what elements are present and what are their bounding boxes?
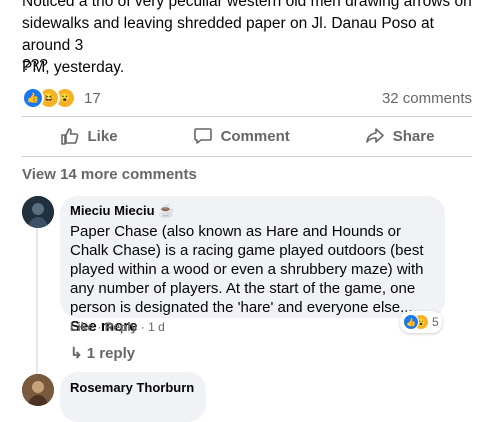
comments-count-link[interactable]: 32 comments <box>382 90 472 107</box>
comment-bubble-icon <box>193 128 212 144</box>
separator-dot: · <box>97 320 105 334</box>
divider <box>22 156 472 157</box>
comment-button[interactable]: Comment <box>193 126 290 146</box>
comment-time[interactable]: 1 d <box>148 320 165 334</box>
share-arrow-icon <box>365 128 384 143</box>
view-more-comments-link[interactable]: View 14 more comments <box>22 166 197 183</box>
comment-reaction-count: 5 <box>432 315 439 329</box>
like-reaction-icon: 👍 <box>403 314 419 330</box>
like-reaction-icon: 👍 <box>22 87 44 109</box>
thumbs-up-icon <box>60 128 78 145</box>
reactions-summary[interactable]: 👍 😆 😮 17 32 comments <box>22 87 472 109</box>
post-actions-bar: Like Comment Share <box>22 120 472 152</box>
post-line: Noticed a trio of very peculiar western … <box>22 0 472 10</box>
comment-author[interactable]: Mieciu Mieciu <box>70 203 155 218</box>
separator-dot: · <box>140 320 149 334</box>
like-label: Like <box>87 127 118 145</box>
avatar[interactable] <box>22 374 54 406</box>
avatar[interactable] <box>22 196 54 228</box>
share-button[interactable]: Share <box>365 126 435 146</box>
avatar-image <box>22 374 54 406</box>
coffee-icon: ☕ <box>158 203 175 218</box>
post-extra-text: ??? <box>22 57 48 74</box>
like-button[interactable]: Like <box>60 126 118 146</box>
view-replies-link[interactable]: ↳ 1 reply <box>70 344 135 362</box>
comment-like-link[interactable]: Like <box>70 320 94 334</box>
comment-bubble: Mieciu Mieciu ☕ Paper Chase (also known … <box>60 196 445 335</box>
comment-bubble: Rosemary Thorburn <box>60 372 206 422</box>
comment-reply-link[interactable]: Reply <box>105 320 138 334</box>
comment-text: Paper Chase (also known as Hare and Houn… <box>70 222 435 336</box>
divider <box>22 116 472 117</box>
reaction-count[interactable]: 17 <box>84 90 101 107</box>
post-body: Noticed a trio of very peculiar western … <box>22 0 482 79</box>
thread-line <box>36 228 38 378</box>
comment-meta: Like · Reply · 1 d <box>70 320 165 334</box>
comment-label: Comment <box>220 127 290 145</box>
comment-author-line: Mieciu Mieciu ☕ <box>70 203 435 219</box>
comment-body: Paper Chase (also known as Hare and Houn… <box>70 223 424 316</box>
avatar-image <box>22 196 54 228</box>
share-label: Share <box>392 127 435 145</box>
post-line: sidewalks and leaving shredded paper on … <box>22 15 434 54</box>
comment-reactions[interactable]: 👍 😮 5 <box>400 311 442 333</box>
comment-author[interactable]: Rosemary Thorburn <box>70 380 196 395</box>
post-line: PM, yesterday. <box>22 59 125 76</box>
